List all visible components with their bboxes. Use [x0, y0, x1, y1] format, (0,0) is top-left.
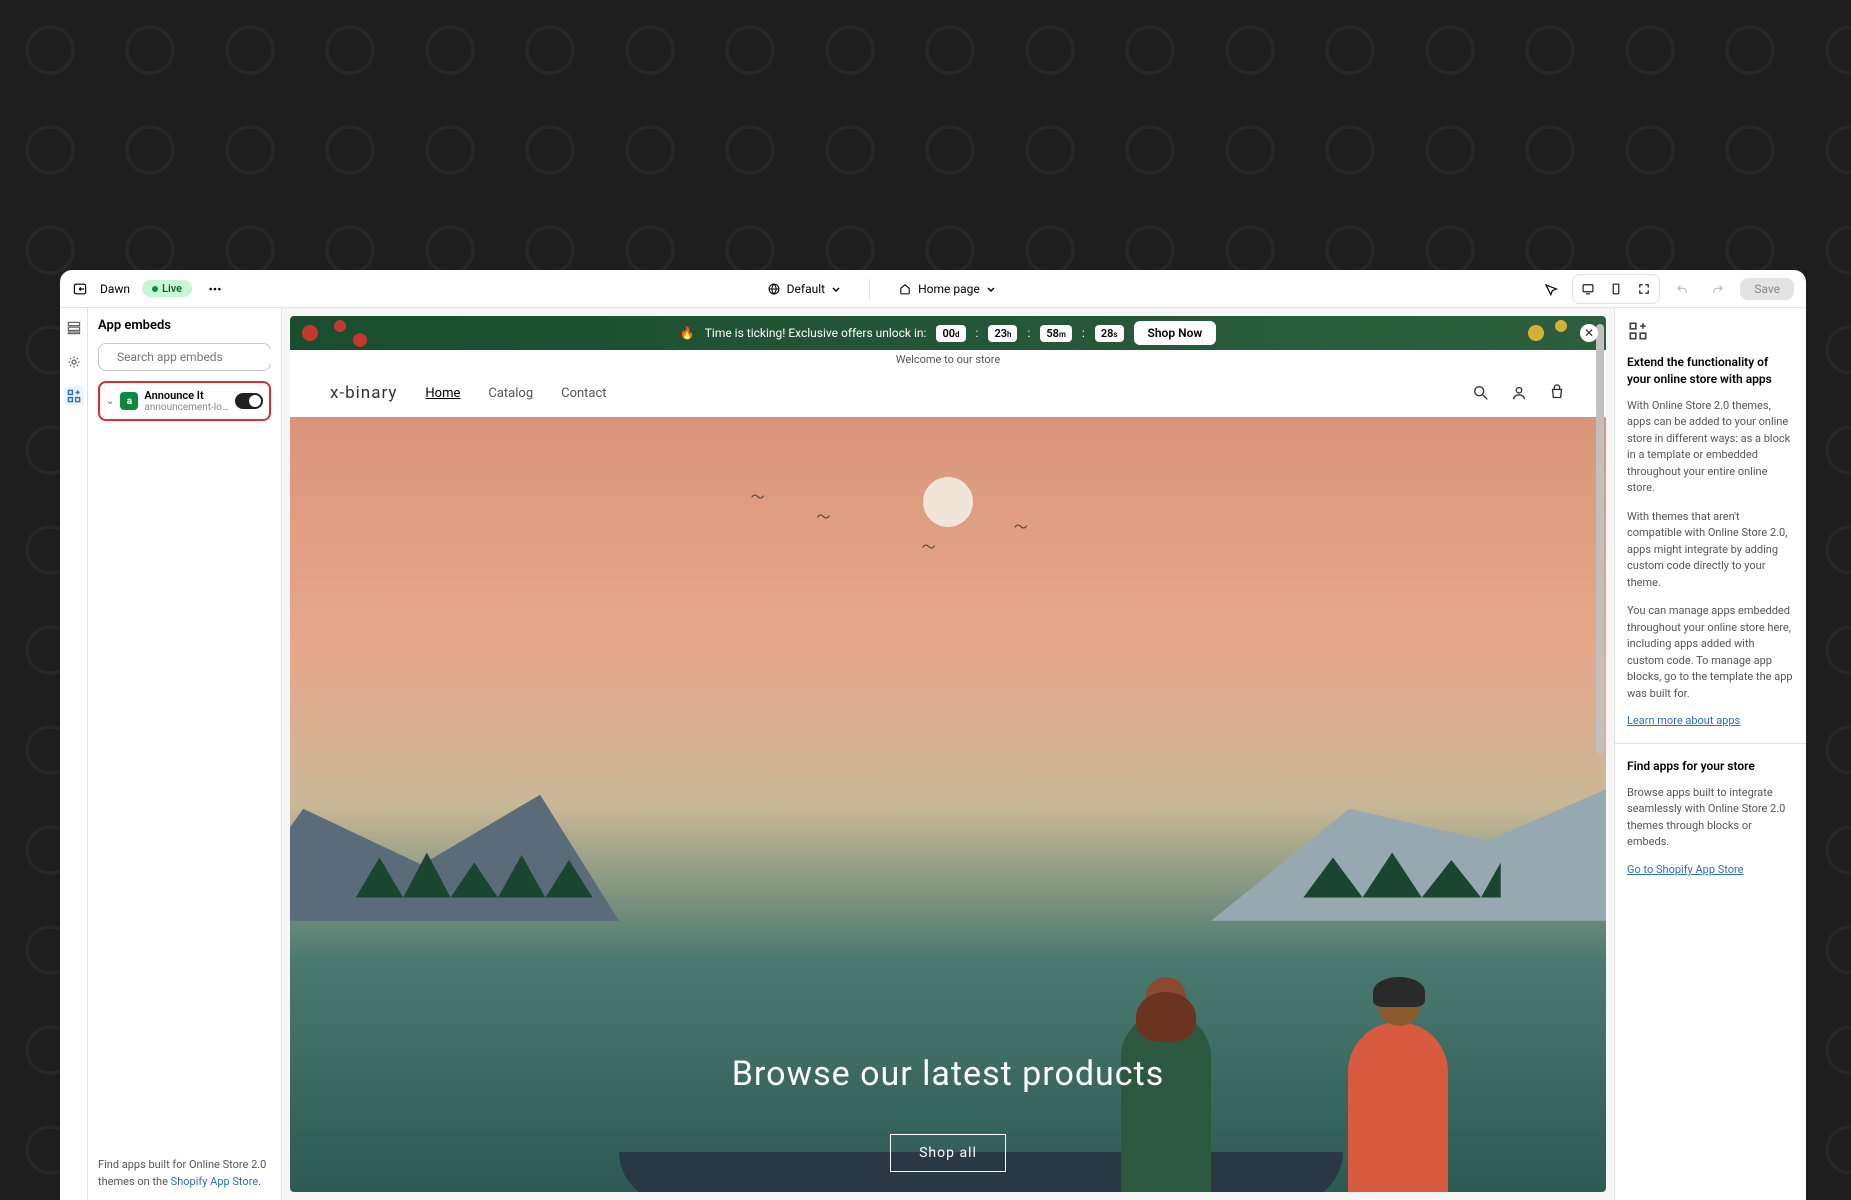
timer-seconds: 28s — [1095, 325, 1124, 342]
cart-icon[interactable] — [1548, 384, 1566, 402]
theme-editor-window: Dawn Live Default Home page — [60, 270, 1806, 1200]
sidebar-title: App embeds — [98, 318, 271, 333]
more-menu-icon[interactable] — [204, 278, 226, 300]
iconbar — [60, 308, 88, 1200]
embed-subtitle: announcement-local-so... — [144, 402, 229, 413]
panel-text: Browse apps built to integrate seamlessl… — [1627, 785, 1794, 851]
shop-now-button[interactable]: Shop Now — [1134, 321, 1217, 345]
hero-person-1 — [1121, 1012, 1211, 1192]
timer-days: 00d — [936, 325, 965, 342]
fullscreen-view-button[interactable] — [1631, 277, 1657, 301]
panel-section-title: Find apps for your store — [1627, 758, 1794, 775]
welcome-text: Welcome to our store — [290, 350, 1606, 369]
nav-contact[interactable]: Contact — [561, 386, 606, 401]
template-dropdown[interactable]: Default — [759, 278, 849, 300]
hero-section: 〜 〜 〜 〜 Browse our latest products Shop … — [290, 417, 1606, 1192]
search-icon[interactable] — [1472, 384, 1490, 402]
announcement-text: Time is ticking! Exclusive offers unlock… — [705, 326, 927, 340]
panel-text: You can manage apps embedded throughout … — [1627, 603, 1794, 702]
chevron-down-icon: ⌄ — [106, 396, 114, 407]
exit-icon[interactable] — [72, 281, 88, 297]
nav-home[interactable]: Home — [425, 386, 460, 401]
right-panel: Extend the functionality of your online … — [1614, 308, 1806, 1200]
app-embed-item[interactable]: ⌄ a Announce It announcement-local-so... — [98, 381, 271, 421]
sidebar-footer: Find apps built for Online Store 2.0 the… — [98, 1157, 271, 1190]
learn-more-link[interactable]: Learn more about apps — [1627, 714, 1794, 727]
globe-icon — [767, 282, 781, 296]
shop-all-button[interactable]: Shop all — [890, 1134, 1006, 1172]
undo-button[interactable] — [1668, 275, 1696, 303]
hero-person-2 — [1348, 1022, 1448, 1192]
panel-title: Extend the functionality of your online … — [1627, 354, 1794, 388]
chevron-down-icon — [986, 284, 996, 294]
inspector-icon[interactable] — [1536, 275, 1564, 303]
store-name: x-binary — [330, 383, 397, 403]
live-badge: Live — [142, 280, 192, 297]
store-header: x-binary Home Catalog Contact — [290, 369, 1606, 417]
sections-tab[interactable] — [64, 318, 84, 338]
save-button[interactable]: Save — [1740, 278, 1794, 300]
desktop-view-button[interactable] — [1575, 277, 1601, 301]
mobile-view-button[interactable] — [1603, 277, 1629, 301]
announcement-bar: 🔥 Time is ticking! Exclusive offers unlo… — [290, 316, 1606, 350]
close-icon[interactable]: ✕ — [1580, 324, 1598, 342]
topbar: Dawn Live Default Home page — [60, 270, 1806, 308]
nav-catalog[interactable]: Catalog — [488, 386, 533, 401]
device-preview-group — [1572, 274, 1660, 304]
scrollbar[interactable] — [1596, 324, 1604, 754]
redo-button[interactable] — [1704, 275, 1732, 303]
timer-hours: 23h — [988, 325, 1017, 342]
home-icon — [898, 282, 912, 296]
app-embeds-tab[interactable] — [64, 386, 84, 406]
timer-minutes: 58m — [1040, 325, 1072, 342]
account-icon[interactable] — [1510, 384, 1528, 402]
theme-name: Dawn — [100, 282, 130, 296]
sidebar: App embeds ⌄ a Announce It announcement-… — [88, 308, 282, 1200]
embed-toggle[interactable] — [235, 393, 263, 409]
panel-text: With themes that aren't compatible with … — [1627, 509, 1794, 592]
preview-area: 🔥 Time is ticking! Exclusive offers unlo… — [282, 308, 1614, 1200]
page-dropdown[interactable]: Home page — [890, 278, 1004, 300]
app-icon: a — [120, 392, 138, 410]
search-input[interactable] — [98, 343, 271, 371]
embed-name: Announce It — [144, 389, 229, 402]
app-store-link[interactable]: Go to Shopify App Store — [1627, 863, 1794, 876]
panel-text: With Online Store 2.0 themes, apps can b… — [1627, 398, 1794, 497]
apps-icon — [1627, 320, 1794, 342]
chevron-down-icon — [831, 284, 841, 294]
theme-settings-tab[interactable] — [64, 352, 84, 372]
app-store-link[interactable]: Shopify App Store — [171, 1175, 258, 1188]
hero-title: Browse our latest products — [732, 1054, 1165, 1094]
